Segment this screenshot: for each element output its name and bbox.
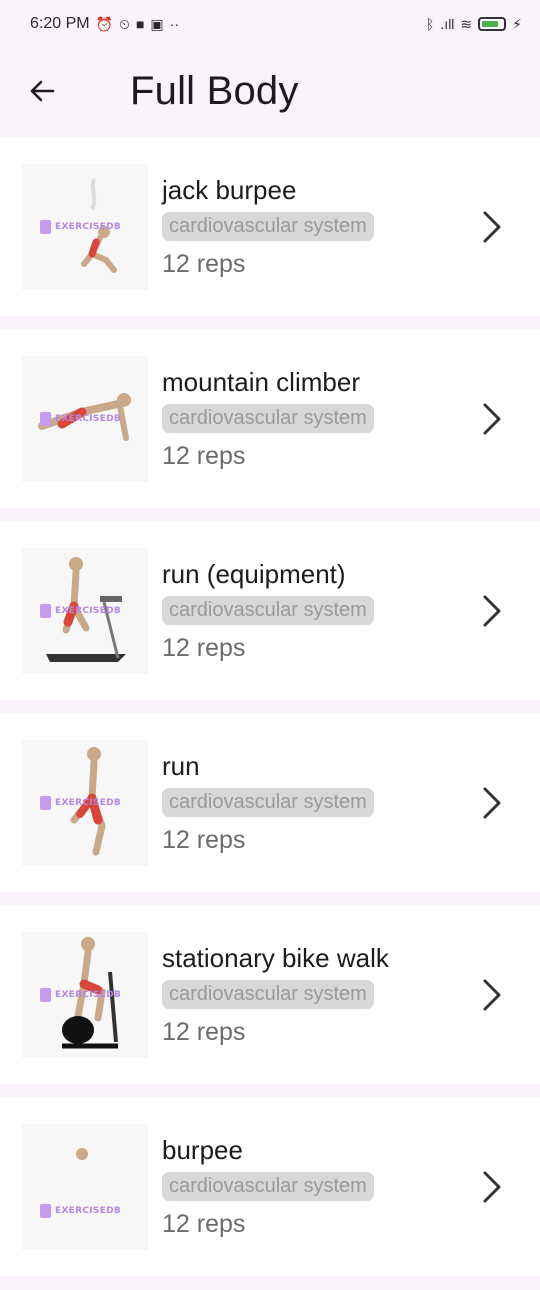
exercise-thumbnail: EXERCISEDB xyxy=(22,356,148,482)
bluetooth-icon: ᛒ xyxy=(426,16,435,32)
alarm-off-icon: ⏰ xyxy=(95,16,114,32)
exercise-card-jack-burpee[interactable]: EXERCISEDB jack burpee cardiovascular sy… xyxy=(0,138,540,316)
category-chip: cardiovascular system xyxy=(162,980,374,1009)
exercise-reps: 12 reps xyxy=(162,250,246,278)
calendar-icon: ▣ xyxy=(150,16,164,32)
exercise-reps: 12 reps xyxy=(162,826,246,854)
exercise-list: EXERCISEDB jack burpee cardiovascular sy… xyxy=(0,138,540,1290)
exercise-card-run-equipment[interactable]: EXERCISEDB run (equipment) cardiovascula… xyxy=(0,522,540,700)
status-bar: 6:20 PM ⏰ ⏲ ■ ▣ ·· ᛒ .ıll ≋ ⚡ xyxy=(0,0,540,48)
exercisedb-watermark: EXERCISEDB xyxy=(40,220,121,234)
exercise-name: run (equipment) xyxy=(162,559,346,589)
chevron-right-icon[interactable] xyxy=(480,783,504,823)
app-bar: Full Body xyxy=(0,48,540,134)
category-chip: cardiovascular system xyxy=(162,1172,374,1201)
charging-icon: ⚡ xyxy=(512,16,522,32)
status-right: ᛒ .ıll ≋ ⚡ xyxy=(426,17,522,31)
chevron-right-icon[interactable] xyxy=(480,1167,504,1207)
wifi-icon: ≋ xyxy=(460,16,473,32)
category-chip: cardiovascular system xyxy=(162,404,374,433)
chevron-right-icon[interactable] xyxy=(480,591,504,631)
alarm-icon: ⏲ xyxy=(119,16,130,32)
exercisedb-watermark: EXERCISEDB xyxy=(40,988,121,1002)
back-button[interactable] xyxy=(12,61,72,121)
exercise-card-stationary-bike-walk[interactable]: EXERCISEDB stationary bike walk cardiova… xyxy=(0,906,540,1084)
exercise-name: jack burpee xyxy=(162,175,297,205)
status-left: 6:20 PM ⏰ ⏲ ■ ▣ ·· xyxy=(30,15,179,33)
chevron-right-icon[interactable] xyxy=(480,399,504,439)
exercise-name: stationary bike walk xyxy=(162,943,389,973)
category-chip: cardiovascular system xyxy=(162,596,374,625)
video-icon: ■ xyxy=(135,16,145,32)
exercise-name: run xyxy=(162,751,200,781)
category-chip: cardiovascular system xyxy=(162,212,374,241)
exercisedb-watermark: EXERCISEDB xyxy=(40,604,121,618)
battery-icon xyxy=(478,17,507,31)
exercise-card-run[interactable]: EXERCISEDB run cardiovascular system 12 … xyxy=(0,714,540,892)
exercise-figure-icon xyxy=(76,1148,88,1160)
exercise-thumbnail: EXERCISEDB xyxy=(22,1124,148,1250)
signal-icon: .ıll xyxy=(440,16,455,32)
exercise-reps: 12 reps xyxy=(162,1018,246,1046)
category-chip: cardiovascular system xyxy=(162,788,374,817)
chevron-right-icon[interactable] xyxy=(480,207,504,247)
exercise-thumbnail: EXERCISEDB xyxy=(22,740,148,866)
page-title: Full Body xyxy=(130,68,299,113)
exercisedb-watermark: EXERCISEDB xyxy=(40,412,121,426)
exercise-thumbnail: EXERCISEDB xyxy=(22,548,148,674)
exercise-thumbnail: EXERCISEDB xyxy=(22,164,148,290)
exercise-card-burpee[interactable]: EXERCISEDB burpee cardiovascular system … xyxy=(0,1098,540,1276)
more-dots-icon: ·· xyxy=(169,16,179,32)
status-time: 6:20 PM xyxy=(30,15,90,32)
exercise-reps: 12 reps xyxy=(162,1210,246,1238)
exercisedb-watermark: EXERCISEDB xyxy=(40,796,121,810)
exercise-thumbnail: EXERCISEDB xyxy=(22,932,148,1058)
exercise-name: mountain climber xyxy=(162,367,360,397)
exercise-reps: 12 reps xyxy=(162,442,246,470)
arrow-left-icon xyxy=(30,80,55,102)
exercise-reps: 12 reps xyxy=(162,634,246,662)
chevron-right-icon[interactable] xyxy=(480,975,504,1015)
exercise-name: burpee xyxy=(162,1135,243,1165)
exercisedb-watermark: EXERCISEDB xyxy=(40,1204,121,1218)
exercise-card-mountain-climber[interactable]: EXERCISEDB mountain climber cardiovascul… xyxy=(0,330,540,508)
